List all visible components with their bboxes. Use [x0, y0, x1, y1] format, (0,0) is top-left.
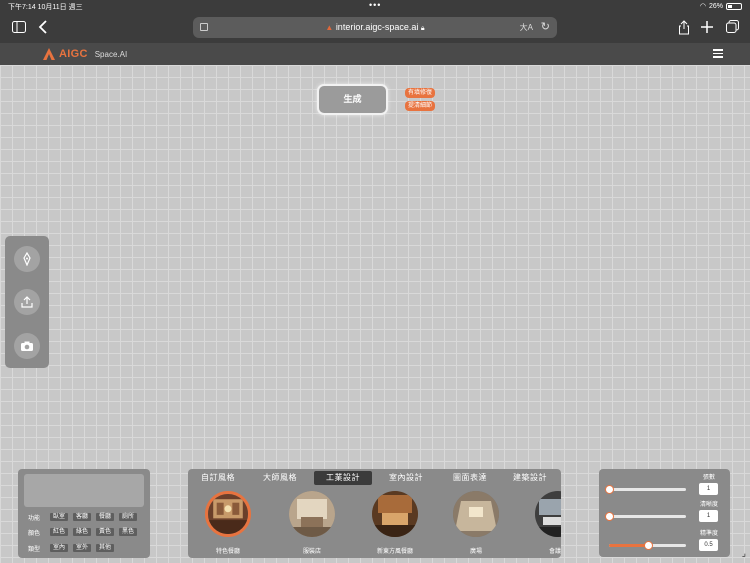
upload-tool-button[interactable] [14, 289, 40, 315]
oriental-restaurant-thumbnail [372, 491, 418, 537]
count-slider[interactable] [605, 485, 686, 494]
new-tab-icon[interactable] [699, 20, 715, 36]
wifi-icon: ◠ [699, 3, 706, 10]
brand-name: AIGC [59, 48, 88, 60]
parameter-panel: 張數 1 清晰度 1 精準度 0.5 [599, 469, 730, 557]
chip-yellow[interactable]: 黃色 [95, 527, 116, 537]
preview-box [24, 474, 144, 507]
chip-green[interactable]: 綠色 [72, 527, 93, 537]
app-logo[interactable]: AIGC Space.AI [43, 48, 127, 60]
app-header: AIGC Space.AI [0, 43, 750, 65]
caption-meeting: 會議 [548, 549, 561, 555]
filter-row-color: 顏色 紅色 綠色 黃色 黑色 [28, 527, 141, 537]
reload-icon[interactable]: ↻ [541, 20, 550, 33]
plaza-thumbnail [453, 491, 499, 537]
browser-toolbar: ▲ interior.aigc-space.ai 🔒︎ 大A ↻ [0, 13, 750, 43]
status-time: 下午7:14 10月11日 週三 [8, 4, 83, 11]
precision-value[interactable]: 0.5 [699, 539, 718, 551]
chip-living-room[interactable]: 客廳 [72, 512, 93, 522]
filter-row-type: 類型 室內 室外 其他 [28, 543, 118, 553]
filter-panel: 功能 臥室 客廳 餐廳 廁所 顏色 紅色 綠色 黃色 黑色 類型 室內 室外 其… [18, 469, 150, 558]
sidebar-toggle-icon[interactable] [11, 20, 27, 36]
pen-icon [23, 252, 31, 266]
style-tabs: 自訂風格 大師風格 工業設計 室內設計 圖面表達 建築設計 [188, 471, 561, 485]
clarity-slider[interactable] [605, 512, 686, 521]
site-icon: ▲ [325, 23, 334, 32]
gallery-item-clothing-store[interactable] [289, 491, 335, 537]
pen-tool-button[interactable] [14, 246, 40, 272]
back-chevron-icon[interactable] [35, 20, 51, 36]
address-bar[interactable]: ▲ interior.aigc-space.ai 🔒︎ 大A ↻ [193, 17, 557, 38]
precision-label: 精準度 [700, 531, 719, 537]
inpaint-button[interactable]: 有填修復 [405, 88, 436, 98]
store-thumbnail [289, 491, 335, 537]
caption-plaza: 廣場 [469, 549, 482, 555]
meeting-room-thumbnail [535, 491, 561, 537]
share-icon[interactable] [676, 20, 692, 36]
restaurant-thumbnail [208, 494, 248, 534]
filter-label: 功能 [28, 515, 41, 522]
style-gallery: 自訂風格 大師風格 工業設計 室內設計 圖面表達 建築設計 特色餐廳 服裝店 新… [188, 469, 561, 558]
slider-knob[interactable] [605, 485, 614, 494]
chip-restroom[interactable]: 廁所 [118, 512, 139, 522]
camera-tool-button[interactable] [14, 333, 40, 359]
filter-label: 類型 [28, 546, 41, 553]
gallery-item-feature-restaurant[interactable] [205, 491, 251, 537]
clarity-label: 清晰度 [700, 502, 719, 508]
url-text: interior.aigc-space.ai [335, 22, 419, 32]
battery-icon [726, 2, 742, 10]
slider-fill [609, 544, 648, 547]
resize-corner-icon[interactable]: ⌟ [742, 548, 746, 559]
battery-percent: 26% [708, 2, 723, 10]
tab-drawing-expression[interactable]: 圖面表達 [448, 471, 492, 485]
tab-interior-design[interactable]: 室內設計 [384, 471, 428, 485]
chip-bedroom[interactable]: 臥室 [49, 512, 70, 522]
chip-indoor[interactable]: 室內 [49, 543, 70, 553]
chip-other[interactable]: 其他 [95, 543, 116, 553]
upload-icon [21, 296, 33, 308]
filter-label: 顏色 [28, 530, 41, 537]
precision-slider[interactable] [609, 541, 686, 550]
count-value[interactable]: 1 [699, 483, 718, 495]
battery-indicator: ◠ 26% [700, 2, 742, 10]
tab-master-style[interactable]: 大師風格 [258, 471, 302, 485]
tool-palette [5, 236, 49, 368]
text-size-button[interactable]: 大A [520, 22, 533, 33]
tab-industrial-design[interactable]: 工業設計 [314, 471, 372, 485]
brand-subtitle: Space.AI [94, 49, 128, 59]
enhance-detail-button[interactable]: 提清細節 [405, 101, 436, 111]
ios-status-bar: 下午7:14 10月11日 週三 ••• ◠ 26% [0, 0, 750, 13]
gallery-item-plaza[interactable] [453, 491, 499, 537]
filter-row-function: 功能 臥室 客廳 餐廳 廁所 [28, 512, 141, 522]
chip-outdoor[interactable]: 室外 [72, 543, 93, 553]
gallery-item-neo-oriental-restaurant[interactable] [372, 491, 418, 537]
gallery-item-meeting[interactable] [535, 491, 561, 537]
tabs-overview-icon[interactable] [724, 20, 740, 36]
camera-icon [21, 341, 33, 351]
generate-button[interactable]: 生成 [317, 84, 388, 115]
clarity-value[interactable]: 1 [699, 510, 718, 522]
slider-knob[interactable] [643, 541, 653, 550]
lock-icon: 🔒︎ [420, 25, 425, 32]
chip-dining-room[interactable]: 餐廳 [95, 512, 116, 522]
caption-feature-restaurant: 特色餐廳 [215, 549, 240, 555]
multitask-dots[interactable]: ••• [369, 0, 381, 10]
chip-red[interactable]: 紅色 [49, 527, 70, 537]
logo-mark-icon [43, 48, 55, 60]
caption-clothing-store: 服裝店 [302, 549, 321, 555]
tab-architecture-design[interactable]: 建築設計 [508, 471, 552, 485]
hamburger-menu-icon[interactable] [713, 49, 723, 58]
caption-neo-oriental-restaurant: 新東方風餐廳 [376, 549, 413, 555]
tab-custom-style[interactable]: 自訂風格 [196, 471, 240, 485]
chip-black[interactable]: 黑色 [118, 527, 139, 537]
count-label: 張數 [703, 475, 716, 481]
slider-knob[interactable] [605, 512, 614, 521]
